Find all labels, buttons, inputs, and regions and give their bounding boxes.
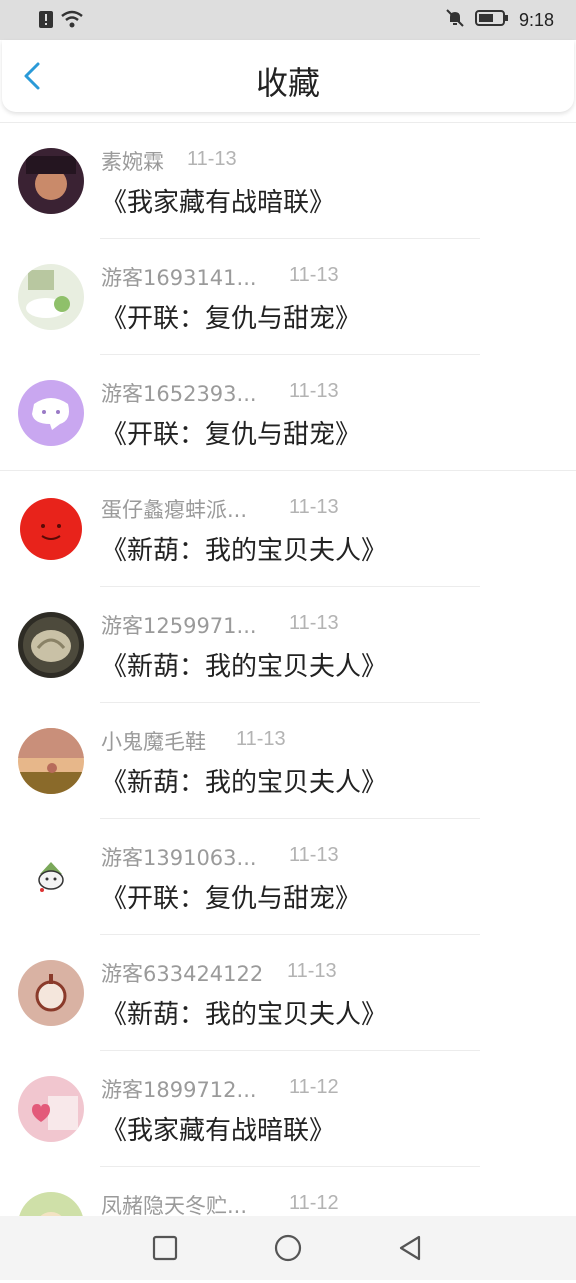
system-nav-bar bbox=[0, 1216, 576, 1280]
book-title: 《新葫：我的宝贝夫人》 bbox=[101, 536, 388, 566]
circle-icon bbox=[274, 1234, 302, 1262]
list-item[interactable]: 小鬼魔毛鞋 11-13 《新葫：我的宝贝夫人》 bbox=[0, 703, 576, 819]
avatar bbox=[18, 380, 84, 446]
list-item[interactable]: 素婉霖 11-13 《我家藏有战暗联》 bbox=[0, 123, 576, 239]
book-title: 《我家藏有战暗联》 bbox=[101, 1116, 336, 1146]
list-item[interactable]: 游客1259971... 11-13 《新葫：我的宝贝夫人》 bbox=[0, 587, 576, 703]
user-name: 游客633424122 bbox=[101, 962, 264, 986]
user-name: 游客1391063... bbox=[101, 846, 257, 870]
timestamp: 11-13 bbox=[289, 612, 339, 634]
user-name: 游客1652393... bbox=[101, 382, 257, 406]
timestamp: 11-13 bbox=[236, 728, 286, 750]
book-title: 《新葫：我的宝贝夫人》 bbox=[101, 652, 388, 682]
user-name: 游客1259971... bbox=[101, 614, 257, 638]
book-title: 《新葫：我的宝贝夫人》 bbox=[101, 1000, 388, 1030]
mute-notification-icon bbox=[445, 8, 465, 32]
list-item[interactable]: 游客633424122 11-13 《新葫：我的宝贝夫人》 bbox=[0, 935, 576, 1051]
battery-icon bbox=[474, 9, 509, 31]
avatar bbox=[18, 612, 84, 678]
book-title: 《新葫：我的宝贝夫人》 bbox=[101, 768, 388, 798]
timestamp: 11-13 bbox=[289, 380, 339, 402]
list-item[interactable]: 游客1652393... 11-13 《开联：复仇与甜宠》 bbox=[0, 355, 576, 471]
timestamp: 11-13 bbox=[187, 148, 237, 170]
recents-button[interactable] bbox=[147, 1230, 183, 1266]
list-item[interactable]: 游客1899712... 11-12 《我家藏有战暗联》 bbox=[0, 1051, 576, 1167]
book-title: 《我家藏有战暗联》 bbox=[101, 188, 336, 218]
wifi-icon bbox=[60, 9, 84, 33]
timestamp: 11-13 bbox=[289, 264, 339, 286]
book-title: 《开联：复仇与甜宠》 bbox=[101, 884, 362, 914]
square-icon bbox=[152, 1235, 178, 1261]
back-nav-button[interactable] bbox=[392, 1230, 428, 1266]
book-title: 《开联：复仇与甜宠》 bbox=[101, 420, 362, 450]
alert-icon bbox=[38, 9, 54, 33]
timestamp: 11-13 bbox=[289, 844, 339, 866]
timestamp: 11-13 bbox=[287, 960, 337, 982]
home-button[interactable] bbox=[270, 1230, 306, 1266]
user-name: 小鬼魔毛鞋 bbox=[101, 730, 206, 754]
avatar bbox=[18, 148, 84, 214]
app-header: 收藏 bbox=[2, 40, 574, 112]
list-item[interactable]: 游客1693141... 11-13 《开联：复仇与甜宠》 bbox=[0, 239, 576, 355]
user-name: 游客1899712... bbox=[101, 1078, 257, 1102]
avatar bbox=[18, 728, 84, 794]
avatar bbox=[18, 960, 84, 1026]
user-name: 素婉霖 bbox=[101, 150, 164, 174]
page-title: 收藏 bbox=[255, 64, 320, 102]
avatar bbox=[18, 496, 84, 562]
timestamp: 11-12 bbox=[289, 1076, 339, 1098]
list-item[interactable]: 游客1391063... 11-13 《开联：复仇与甜宠》 bbox=[0, 819, 576, 935]
user-name: 游客1693141... bbox=[101, 266, 257, 290]
avatar bbox=[18, 264, 84, 330]
list-item[interactable]: 蛋仔蠡瘪蚌派... 11-13 《新葫：我的宝贝夫人》 bbox=[0, 471, 576, 587]
clock: 9:18 bbox=[518, 9, 554, 30]
user-name: 蛋仔蠡瘪蚌派... bbox=[101, 498, 248, 522]
favorites-list: 素婉霖 11-13 《我家藏有战暗联》 游客1693141... 11-13 《… bbox=[0, 122, 576, 1283]
status-bar: 9:18 bbox=[0, 0, 576, 40]
timestamp: 11-12 bbox=[289, 1192, 339, 1214]
book-title: 《开联：复仇与甜宠》 bbox=[101, 304, 362, 334]
timestamp: 11-13 bbox=[289, 496, 339, 518]
avatar bbox=[18, 1076, 84, 1142]
avatar bbox=[18, 844, 84, 910]
triangle-back-icon bbox=[399, 1235, 421, 1261]
